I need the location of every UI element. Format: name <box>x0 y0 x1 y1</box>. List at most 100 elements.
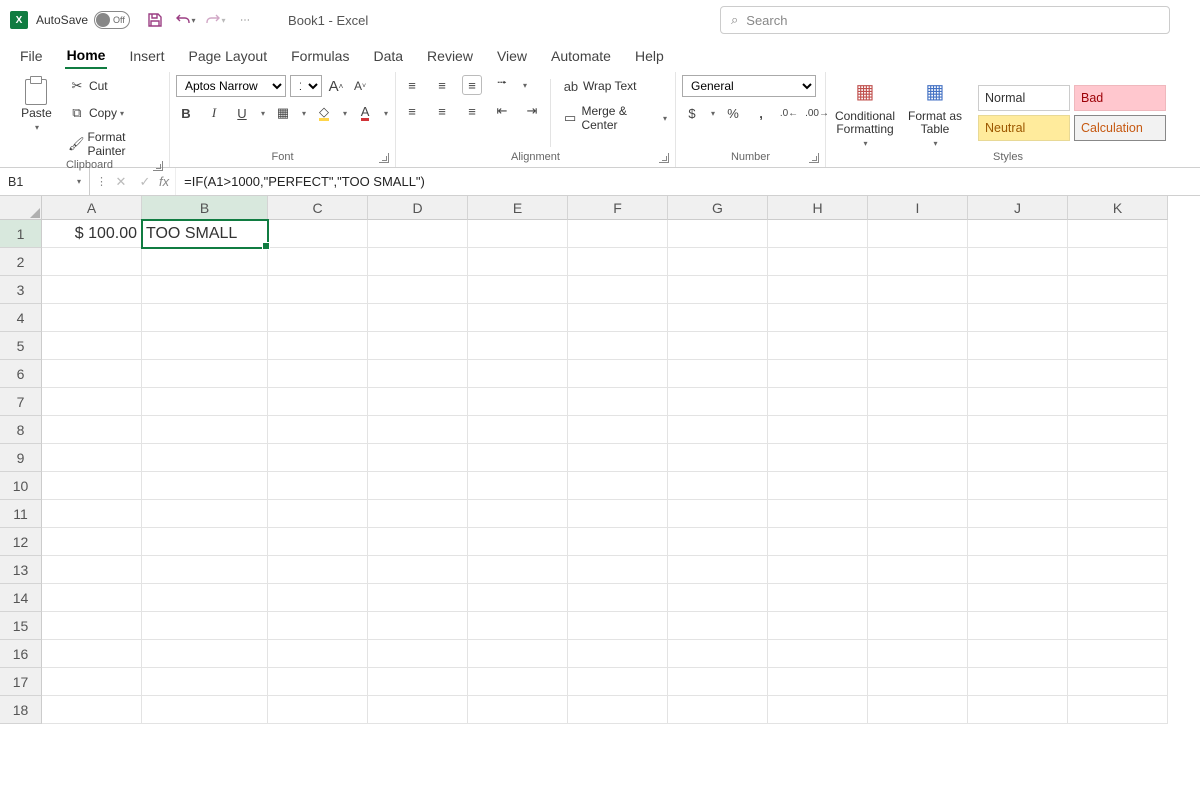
column-header-G[interactable]: G <box>668 196 768 220</box>
cell-K5[interactable] <box>1068 332 1168 360</box>
cell-H3[interactable] <box>768 276 868 304</box>
cell-C18[interactable] <box>268 696 368 724</box>
cell-B16[interactable] <box>142 640 268 668</box>
cell-F4[interactable] <box>568 304 668 332</box>
redo-button[interactable]: ▾ <box>204 9 226 31</box>
cell-C14[interactable] <box>268 584 368 612</box>
cell-G11[interactable] <box>668 500 768 528</box>
cell-F2[interactable] <box>568 248 668 276</box>
cell-A11[interactable] <box>42 500 142 528</box>
save-icon[interactable] <box>144 9 166 31</box>
font-size-combo[interactable]: 11 <box>290 75 322 97</box>
cell-B13[interactable] <box>142 556 268 584</box>
cell-C2[interactable] <box>268 248 368 276</box>
cell-H9[interactable] <box>768 444 868 472</box>
select-all-corner[interactable] <box>0 196 42 220</box>
cell-F3[interactable] <box>568 276 668 304</box>
cell-A4[interactable] <box>42 304 142 332</box>
cell-C4[interactable] <box>268 304 368 332</box>
cell-J8[interactable] <box>968 416 1068 444</box>
column-header-E[interactable]: E <box>468 196 568 220</box>
cell-I7[interactable] <box>868 388 968 416</box>
cell-I4[interactable] <box>868 304 968 332</box>
cell-I5[interactable] <box>868 332 968 360</box>
cell-H14[interactable] <box>768 584 868 612</box>
cell-D2[interactable] <box>368 248 468 276</box>
cell-A15[interactable] <box>42 612 142 640</box>
paste-button[interactable]: Paste ▾ <box>16 75 57 132</box>
align-middle-icon[interactable]: ≡ <box>432 75 452 95</box>
tab-view[interactable]: View <box>495 44 529 68</box>
cell-I9[interactable] <box>868 444 968 472</box>
cell-F18[interactable] <box>568 696 668 724</box>
cell-D5[interactable] <box>368 332 468 360</box>
cell-I3[interactable] <box>868 276 968 304</box>
tab-help[interactable]: Help <box>633 44 666 68</box>
cell-A14[interactable] <box>42 584 142 612</box>
cell-G3[interactable] <box>668 276 768 304</box>
cell-K3[interactable] <box>1068 276 1168 304</box>
format-painter-button[interactable]: 🖌Format Painter <box>65 129 163 159</box>
tab-data[interactable]: Data <box>371 44 405 68</box>
cell-A6[interactable] <box>42 360 142 388</box>
cell-H13[interactable] <box>768 556 868 584</box>
cell-K1[interactable] <box>1068 220 1168 248</box>
cell-H11[interactable] <box>768 500 868 528</box>
decrease-font-icon[interactable]: A˅ <box>350 76 370 96</box>
cell-I15[interactable] <box>868 612 968 640</box>
cell-D11[interactable] <box>368 500 468 528</box>
accounting-format-button[interactable]: $ <box>682 103 702 123</box>
cell-J15[interactable] <box>968 612 1068 640</box>
cell-B4[interactable] <box>142 304 268 332</box>
cell-A18[interactable] <box>42 696 142 724</box>
cell-K2[interactable] <box>1068 248 1168 276</box>
cell-K10[interactable] <box>1068 472 1168 500</box>
cell-F17[interactable] <box>568 668 668 696</box>
cell-F15[interactable] <box>568 612 668 640</box>
cell-F12[interactable] <box>568 528 668 556</box>
font-name-combo[interactable]: Aptos Narrow <box>176 75 286 97</box>
decrease-decimal-icon[interactable]: .00→ <box>807 103 827 123</box>
cell-D16[interactable] <box>368 640 468 668</box>
cut-button[interactable]: ✂Cut <box>65 75 163 97</box>
cell-C15[interactable] <box>268 612 368 640</box>
cell-B18[interactable] <box>142 696 268 724</box>
cell-K15[interactable] <box>1068 612 1168 640</box>
cell-C13[interactable] <box>268 556 368 584</box>
cell-K6[interactable] <box>1068 360 1168 388</box>
cell-E5[interactable] <box>468 332 568 360</box>
cell-style-neutral[interactable]: Neutral <box>978 115 1070 141</box>
row-header-13[interactable]: 13 <box>0 556 42 584</box>
row-header-17[interactable]: 17 <box>0 668 42 696</box>
cell-B2[interactable] <box>142 248 268 276</box>
row-header-18[interactable]: 18 <box>0 696 42 724</box>
column-header-F[interactable]: F <box>568 196 668 220</box>
orientation-button[interactable]: ⭬ <box>492 75 512 95</box>
cell-G5[interactable] <box>668 332 768 360</box>
cell-A2[interactable] <box>42 248 142 276</box>
cell-K8[interactable] <box>1068 416 1168 444</box>
merge-center-button[interactable]: ▭Merge & Center▾ <box>559 103 669 133</box>
tab-automate[interactable]: Automate <box>549 44 613 68</box>
cell-J18[interactable] <box>968 696 1068 724</box>
cell-C9[interactable] <box>268 444 368 472</box>
copy-button[interactable]: ⧉Copy▾ <box>65 102 163 124</box>
cell-F1[interactable] <box>568 220 668 248</box>
cell-F16[interactable] <box>568 640 668 668</box>
column-header-H[interactable]: H <box>768 196 868 220</box>
cell-G17[interactable] <box>668 668 768 696</box>
cell-I1[interactable] <box>868 220 968 248</box>
cell-B5[interactable] <box>142 332 268 360</box>
cell-J17[interactable] <box>968 668 1068 696</box>
underline-button[interactable]: U <box>232 103 252 123</box>
row-header-6[interactable]: 6 <box>0 360 42 388</box>
percent-format-button[interactable]: % <box>723 103 743 123</box>
cell-I12[interactable] <box>868 528 968 556</box>
cell-G14[interactable] <box>668 584 768 612</box>
dialog-launcher-icon[interactable] <box>809 153 819 163</box>
autosave-toggle[interactable]: Off <box>94 11 130 29</box>
conditional-formatting-button[interactable]: ▦ Conditional Formatting▾ <box>832 78 898 149</box>
cell-I6[interactable] <box>868 360 968 388</box>
cell-A9[interactable] <box>42 444 142 472</box>
cell-B8[interactable] <box>142 416 268 444</box>
